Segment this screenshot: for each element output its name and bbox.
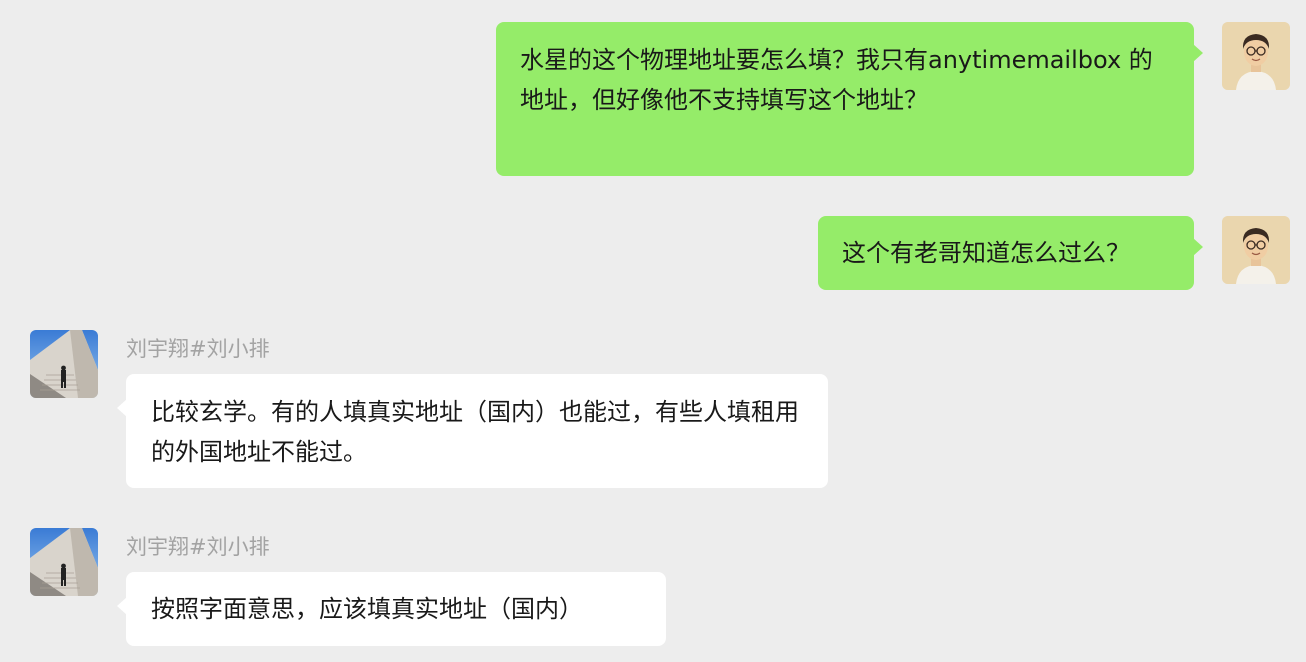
self-avatar[interactable] (1222, 22, 1290, 90)
person-on-stairs-photo-icon (30, 528, 98, 596)
chat-message-list: 水星的这个物理地址要怎么填？我只有anytimemailbox 的地址，但好像他… (0, 0, 1306, 662)
cartoon-man-with-glasses-icon (1222, 216, 1290, 284)
message-text: 水星的这个物理地址要怎么填？我只有anytimemailbox 的地址，但好像他… (520, 46, 1153, 114)
message-text: 这个有老哥知道怎么过么？ (842, 239, 1130, 267)
message-bubble-outgoing[interactable]: 水星的这个物理地址要怎么填？我只有anytimemailbox 的地址，但好像他… (496, 22, 1203, 176)
sender-name: 刘宇翔#刘小排 (126, 535, 270, 559)
contact-avatar[interactable] (30, 330, 98, 398)
message-bubble-incoming[interactable]: 按照字面意思，应该填真实地址（国内） (117, 572, 666, 646)
person-on-stairs-photo-icon (30, 330, 98, 398)
message-bubble-incoming[interactable]: 比较玄学。有的人填真实地址（国内）也能过，有些人填租用的外国地址不能过。 (117, 374, 828, 488)
sender-name: 刘宇翔#刘小排 (126, 337, 270, 361)
message-text: 按照字面意思，应该填真实地址（国内） (151, 595, 583, 623)
self-avatar[interactable] (1222, 216, 1290, 284)
cartoon-man-with-glasses-icon (1222, 22, 1290, 90)
contact-avatar[interactable] (30, 528, 98, 596)
message-text: 比较玄学。有的人填真实地址（国内）也能过，有些人填租用的外国地址不能过。 (151, 398, 799, 466)
message-bubble-outgoing[interactable]: 这个有老哥知道怎么过么？ (818, 216, 1203, 290)
